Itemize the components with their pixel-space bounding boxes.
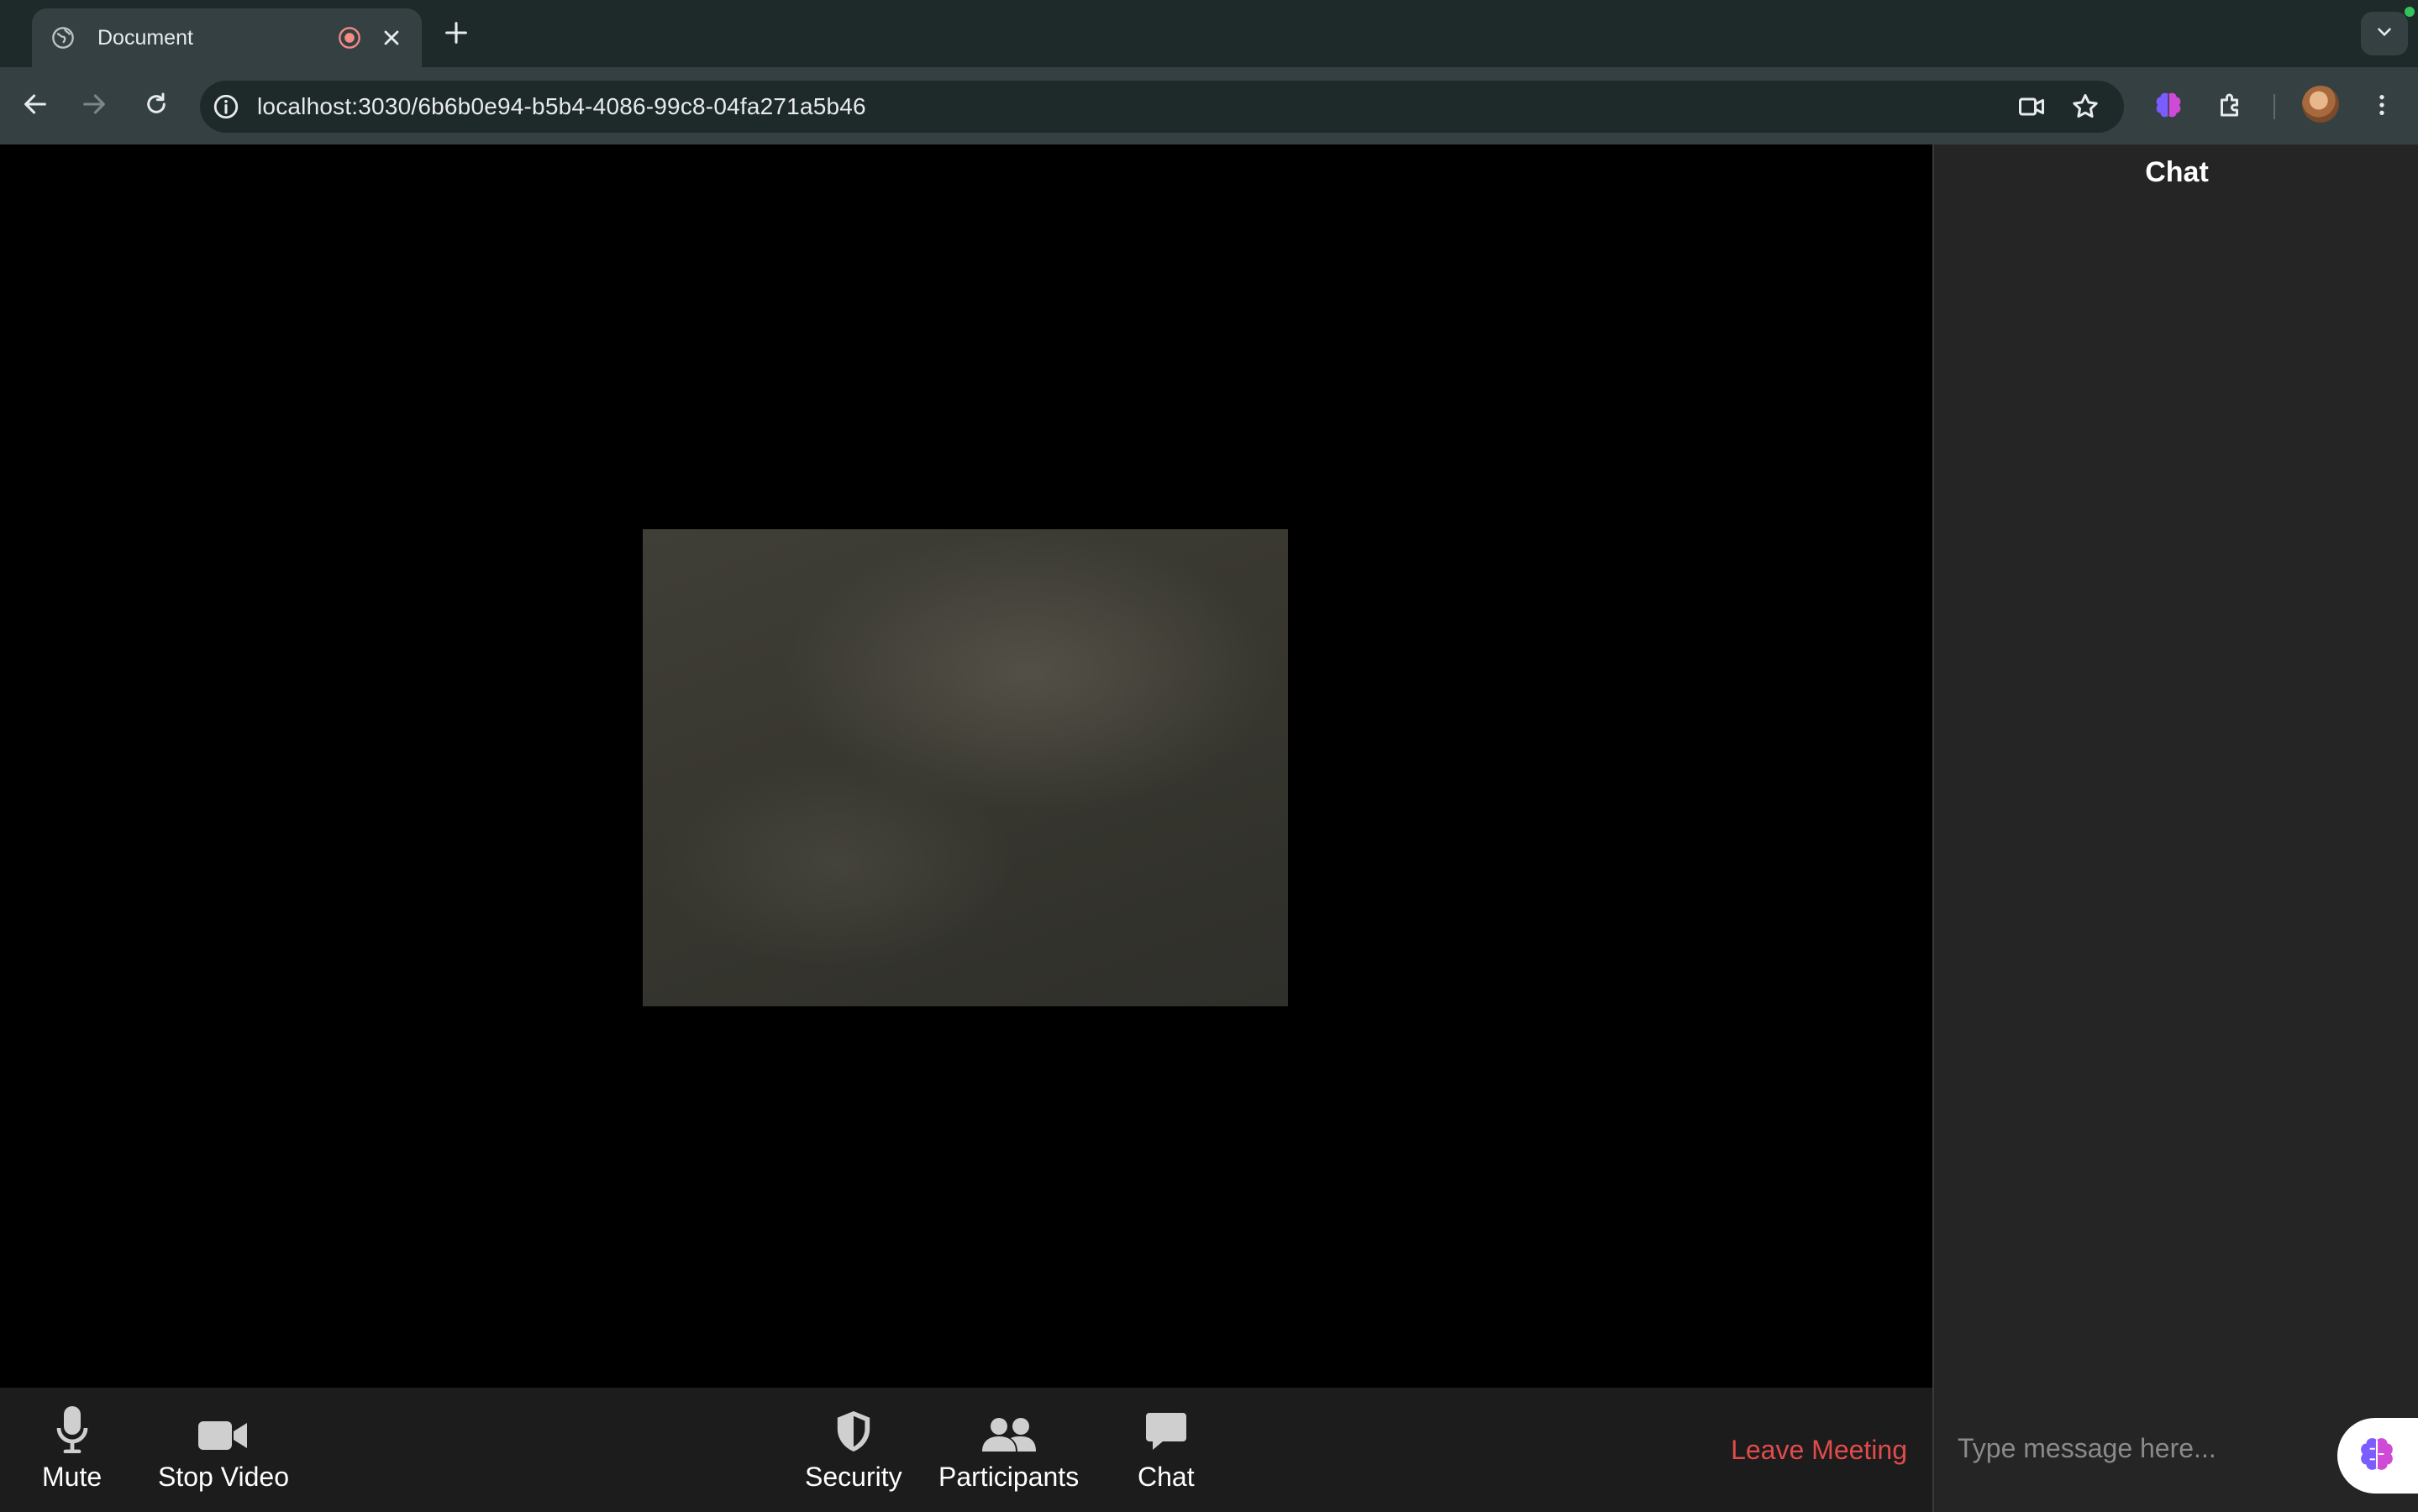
address-bar[interactable]: localhost:3030/6b6b0e94-b5b4-4086-99c8-0… xyxy=(200,81,2124,133)
stop-video-label: Stop Video xyxy=(158,1462,289,1492)
tab-search-button[interactable] xyxy=(2361,12,2408,55)
browser-tab[interactable]: Document xyxy=(32,8,422,67)
chat-button[interactable]: Chat xyxy=(1138,1406,1195,1493)
meeting-stage xyxy=(0,144,1932,1388)
close-icon[interactable] xyxy=(380,26,403,50)
video-camera-icon xyxy=(197,1406,249,1453)
kebab-icon[interactable] xyxy=(2363,86,2401,124)
brain-icon xyxy=(2356,1433,2398,1479)
puzzle-icon[interactable] xyxy=(2211,86,2250,124)
info-icon[interactable] xyxy=(212,92,240,121)
status-dot xyxy=(2405,7,2415,17)
speech-bubble-icon xyxy=(1144,1406,1188,1453)
chat-title: Chat xyxy=(2145,156,2209,188)
mute-label: Mute xyxy=(42,1462,103,1492)
plus-icon[interactable] xyxy=(442,18,470,47)
record-icon xyxy=(338,26,361,50)
url-text: localhost:3030/6b6b0e94-b5b4-4086-99c8-0… xyxy=(257,93,866,119)
chevron-down-icon xyxy=(2373,21,2395,47)
camera-icon[interactable] xyxy=(2016,92,2047,122)
meeting-controls: Mute Stop Video Security Participants Ch… xyxy=(0,1388,1932,1512)
tab-title: Document xyxy=(97,25,193,50)
mute-button[interactable]: Mute xyxy=(42,1406,102,1493)
people-icon xyxy=(981,1406,1036,1453)
chat-panel: Chat xyxy=(1932,144,2418,1512)
chat-message-input[interactable] xyxy=(1958,1425,2310,1472)
browser-tab-bar: Document xyxy=(0,0,2418,67)
browser-toolbar: localhost:3030/6b6b0e94-b5b4-4086-99c8-0… xyxy=(0,67,2418,144)
participants-label: Participants xyxy=(938,1462,1080,1492)
shield-icon xyxy=(834,1406,873,1453)
globe-icon xyxy=(50,25,76,50)
reload-icon[interactable] xyxy=(138,86,175,123)
leave-meeting-button[interactable]: Leave Meeting xyxy=(1731,1435,1907,1466)
forward-icon[interactable] xyxy=(76,86,113,123)
brain-icon[interactable] xyxy=(2149,86,2188,124)
stop-video-button[interactable]: Stop Video xyxy=(158,1406,289,1493)
assistant-button[interactable] xyxy=(2337,1418,2418,1494)
security-label: Security xyxy=(805,1462,902,1492)
toolbar-separator xyxy=(2273,94,2275,119)
avatar[interactable] xyxy=(2302,86,2339,123)
microphone-icon xyxy=(55,1406,89,1453)
star-icon[interactable] xyxy=(2070,92,2100,122)
security-button[interactable]: Security xyxy=(805,1406,902,1493)
chat-label: Chat xyxy=(1138,1462,1195,1492)
back-icon[interactable] xyxy=(17,86,54,123)
video-tile xyxy=(643,529,1288,1006)
participants-button[interactable]: Participants xyxy=(938,1406,1079,1493)
